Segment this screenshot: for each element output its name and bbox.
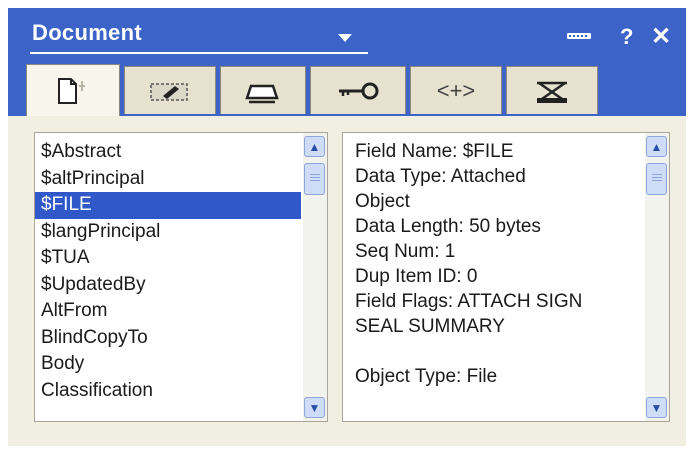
key-icon (339, 82, 379, 99)
printer-icon (245, 84, 279, 103)
detail-line: Object Type: File (355, 366, 498, 387)
list-item[interactable]: $UpdatedBy (35, 272, 301, 299)
detail-line: Dup Item ID: 0 (355, 266, 478, 287)
scroll-up-button[interactable]: ▲ (646, 136, 667, 157)
chevron-up-icon: ▲ (650, 139, 663, 154)
detail-line (343, 339, 643, 364)
list-item[interactable]: Body (35, 351, 301, 378)
list-item-selected[interactable]: $FILE (35, 192, 301, 219)
code-brackets-icon: <+> (436, 77, 476, 103)
field-list-items: $Abstract $altPrincipal $FILE $langPrinc… (35, 139, 301, 404)
title-underline (30, 52, 368, 54)
detail-line: Field Flags: ATTACH SIGN (355, 291, 583, 312)
field-details-scrollbar[interactable]: ▲ ▼ (645, 133, 669, 421)
content-area: $Abstract $altPrincipal $FILE $langPrinc… (8, 116, 686, 446)
collapse-icon[interactable] (567, 33, 591, 39)
detail-line: Data Type: Attached (355, 166, 526, 187)
help-button[interactable]: ? (620, 24, 633, 50)
field-details[interactable]: Field Name: $FILE Data Type: Attached Ob… (342, 132, 670, 422)
detail-line: Data Length: 50 bytes (355, 216, 541, 237)
window-title: Document (32, 20, 142, 45)
detail-line: Seq Num: 1 (355, 241, 456, 262)
scroll-up-button[interactable]: ▲ (304, 136, 325, 157)
scroll-down-button[interactable]: ▼ (646, 397, 667, 418)
list-item[interactable]: $altPrincipal (35, 166, 301, 193)
document-icon (58, 77, 85, 104)
close-button[interactable]: ✕ (651, 22, 671, 51)
tab-security[interactable] (310, 66, 406, 114)
field-list-scrollbar[interactable]: ▲ ▼ (303, 133, 327, 421)
detail-line: SEAL SUMMARY (355, 316, 505, 337)
scroll-thumb[interactable] (646, 163, 667, 195)
detail-line: Field Name: $FILE (355, 141, 514, 162)
document-properties-dialog: Document ? ✕ <+> $Abstract $altPrincipal… (8, 8, 686, 446)
list-item[interactable]: BlindCopyTo (35, 325, 301, 352)
dropdown-arrow-icon[interactable] (338, 34, 352, 42)
list-item[interactable]: $TUA (35, 245, 301, 272)
tab-fields[interactable] (124, 66, 216, 114)
chevron-down-icon: ▼ (308, 400, 321, 415)
pen-icon (150, 82, 188, 101)
list-item[interactable]: Classification (35, 378, 301, 405)
detail-line: Object (355, 191, 410, 212)
field-list[interactable]: $Abstract $altPrincipal $FILE $langPrinc… (34, 132, 328, 422)
chevron-up-icon: ▲ (308, 139, 321, 154)
list-item[interactable]: AltFrom (35, 298, 301, 325)
scroll-thumb[interactable] (304, 163, 325, 195)
tab-info[interactable] (26, 64, 120, 116)
network-icon (537, 81, 567, 103)
scroll-down-button[interactable]: ▼ (304, 397, 325, 418)
list-item[interactable]: $langPrincipal (35, 219, 301, 246)
title-bar: Document ? ✕ <+> (8, 8, 686, 120)
tab-printer[interactable] (220, 66, 306, 114)
list-item[interactable]: $Abstract (35, 139, 301, 166)
tab-html[interactable]: <+> (410, 66, 502, 114)
tab-network[interactable] (506, 66, 598, 114)
field-details-lines: Field Name: $FILE Data Type: Attached Ob… (343, 139, 643, 389)
chevron-down-icon: ▼ (650, 400, 663, 415)
